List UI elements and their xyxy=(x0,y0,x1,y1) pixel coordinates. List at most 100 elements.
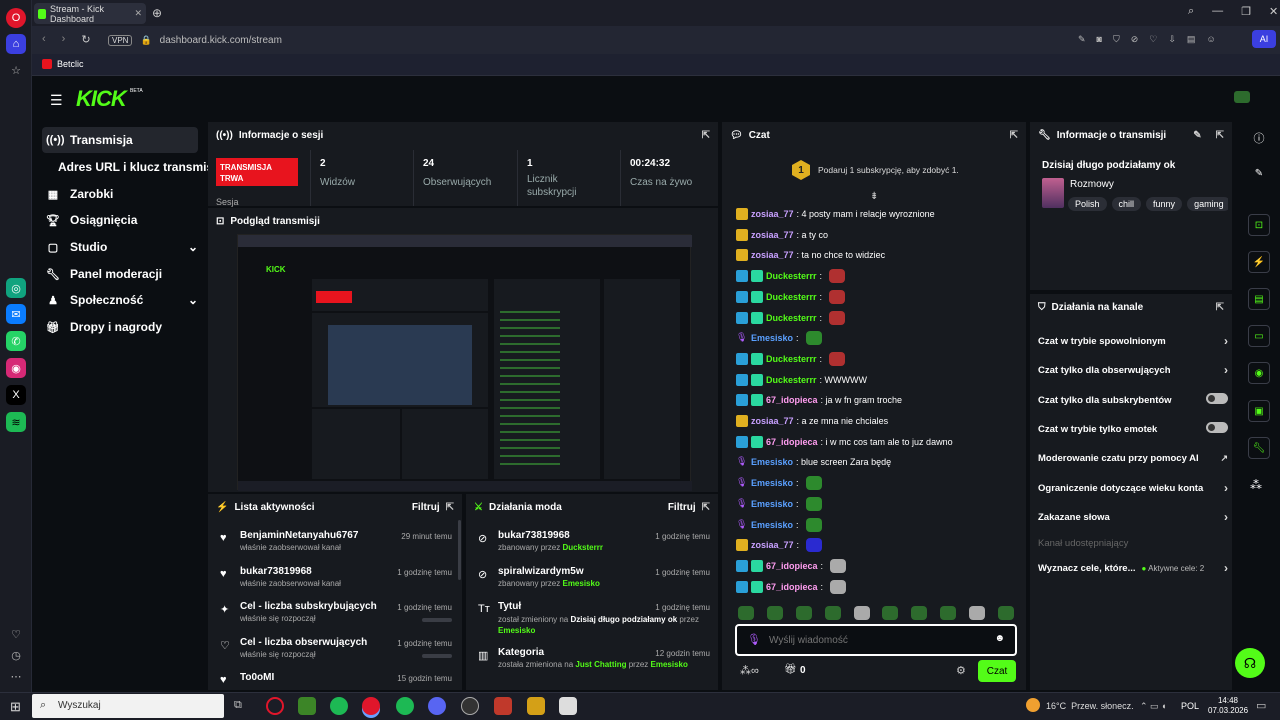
emoji-icon[interactable]: ☻ xyxy=(994,633,1005,644)
chat-username[interactable]: Duckesterrr xyxy=(766,292,817,302)
more-icon[interactable]: ⋯ xyxy=(6,666,26,686)
chat-username[interactable]: 67_idopieca xyxy=(766,582,818,592)
chat-message[interactable]: zosiaa_77: a ty co xyxy=(736,228,828,242)
rail-chat-icon[interactable]: ▭ xyxy=(1248,325,1270,347)
minecraft-taskbar-icon[interactable] xyxy=(298,697,316,715)
emote-icon[interactable] xyxy=(805,331,822,346)
heart-icon[interactable]: ♡ xyxy=(6,624,26,644)
rail-doc-icon[interactable]: ▤ xyxy=(1248,288,1270,310)
chat-message[interactable]: Duckesterrr: xyxy=(736,310,846,325)
emote-icon[interactable] xyxy=(882,606,899,620)
chat-input[interactable] xyxy=(769,632,989,648)
modaction-item[interactable]: ⊘ spiralwizardym5w zbanowany przez Emesisk… xyxy=(476,566,710,600)
chat-message[interactable]: 🎙︎ Emesisko: xyxy=(736,517,822,532)
weather-icon[interactable] xyxy=(1026,698,1040,712)
rail-lightning-icon[interactable]: ⚡ xyxy=(1248,251,1270,273)
heart-fav-icon[interactable]: ♡ xyxy=(1149,34,1157,45)
chat-username[interactable]: zosiaa_77 xyxy=(751,540,794,550)
forward-icon[interactable]: › xyxy=(62,33,66,46)
messenger-icon[interactable]: ✉ xyxy=(6,304,26,324)
modactions-filter-button[interactable]: Filtruj xyxy=(668,502,696,513)
edit-icon[interactable]: ✎ xyxy=(1078,34,1086,45)
weather-text[interactable]: 16°C Przew. słonecz. xyxy=(1046,701,1134,711)
chat-message[interactable]: zosiaa_77: ta no chce to widziec xyxy=(736,248,885,262)
chat-message[interactable]: 🎙︎ Emesisko: xyxy=(736,496,822,511)
chat-message[interactable]: Duckesterrr: xyxy=(736,289,846,304)
nav-item-panel-moderacji[interactable]: 🔧︎ Panel moderacji xyxy=(46,261,162,287)
emote-icon[interactable] xyxy=(997,606,1014,620)
modaction-item[interactable]: Tт Tytuł został zmieniony na Dzisiaj długo… xyxy=(476,601,710,641)
chat-username[interactable]: Duckesterrr xyxy=(766,271,817,281)
chat-username[interactable]: zosiaa_77 xyxy=(751,209,794,219)
account-age-row[interactable]: Ograniczenie dotyczące wieku konta › xyxy=(1038,478,1228,498)
new-tab-icon[interactable]: ⊕ xyxy=(152,6,162,20)
rail-wrench-icon[interactable]: 🔧︎ xyxy=(1248,437,1270,459)
profile-icon[interactable]: ☺ xyxy=(1206,34,1215,45)
chat-username[interactable]: 67_idopieca xyxy=(766,395,818,405)
gift-sub-icon[interactable]: 🎁︎ xyxy=(784,664,797,675)
chat-username[interactable]: zosiaa_77 xyxy=(751,416,794,426)
banned-words-row[interactable]: Zakazane słowa › xyxy=(1038,507,1228,527)
app3-taskbar-icon[interactable] xyxy=(559,697,577,715)
nav-item-osiagniecia[interactable]: 🏆︎ Osiągnięcia xyxy=(46,207,137,233)
chat-username[interactable]: Emesisko xyxy=(751,333,793,343)
spotify2-taskbar-icon[interactable] xyxy=(396,697,414,715)
chat-username[interactable]: Duckesterrr xyxy=(766,375,817,385)
x-icon[interactable]: X xyxy=(6,385,26,405)
emote-icon[interactable] xyxy=(940,606,957,620)
chat-username[interactable]: 67_idopieca xyxy=(766,561,818,571)
activity-item[interactable]: ♥ To0oMI 15 godzin temu xyxy=(218,672,452,688)
tab-kick-dashboard[interactable]: Stream - Kick Dashboard ✕ xyxy=(34,3,146,24)
ai-moderation-row[interactable]: Moderowanie czatu przy pomocy AI ↗ xyxy=(1038,448,1228,468)
shield-icon[interactable]: ⛉ xyxy=(1113,34,1120,45)
wallet-icon[interactable]: ▤ xyxy=(1187,34,1196,45)
windows-start-icon[interactable]: ⊞ xyxy=(10,699,21,715)
chat-message[interactable]: zosiaa_77: a ze mna nie chciales xyxy=(736,414,888,428)
slow-mode-row[interactable]: Czat w trybie spowolnionym › xyxy=(1038,331,1228,351)
discord-taskbar-icon[interactable] xyxy=(428,697,446,715)
search-tabs-icon[interactable]: ⌕ xyxy=(1188,5,1194,18)
nav-item-transmisja[interactable]: ((•)) Transmisja xyxy=(46,127,133,153)
obs-taskbar-icon[interactable] xyxy=(461,697,479,715)
popout-icon[interactable]: ⇱ xyxy=(1010,130,1018,141)
emote-icon[interactable] xyxy=(829,310,846,325)
url-field[interactable]: VPN 🔒 dashboard.kick.com/stream xyxy=(104,31,1240,49)
chat-message[interactable]: 🎙︎ Emesisko: blue screen Zara będę xyxy=(736,455,891,469)
close-window-icon[interactable]: ✕ xyxy=(1269,5,1278,18)
whatsapp-icon[interactable]: ✆ xyxy=(6,331,26,351)
popout-icon[interactable]: ⇱ xyxy=(1216,302,1224,313)
chat-message[interactable]: 67_idopieca: ja w fn gram troche xyxy=(736,393,902,407)
chat-message[interactable]: 67_idopieca: xyxy=(736,579,847,594)
task-view-icon[interactable]: ⧉ xyxy=(234,699,242,712)
support-headset-icon[interactable]: ☊ xyxy=(1235,648,1265,678)
activity-scrollbar[interactable] xyxy=(458,520,461,580)
opera-taskbar-icon[interactable] xyxy=(362,697,380,715)
chat-username[interactable]: Emesisko xyxy=(751,520,793,530)
nav-item-studio[interactable]: ▢ Studio ⌄ xyxy=(46,234,198,260)
download-icon[interactable]: ⇩ xyxy=(1168,34,1176,45)
chat-input-box[interactable]: 🎙︎ ☻ xyxy=(735,624,1017,656)
chat-username[interactable]: Emesisko xyxy=(751,499,793,509)
chat-message[interactable]: Duckesterrr: xyxy=(736,269,846,284)
spotify-icon[interactable]: ≋ xyxy=(6,412,26,432)
taskbar-search[interactable]: ⌕ Wyszukaj xyxy=(32,694,224,718)
minimize-icon[interactable]: — xyxy=(1212,5,1223,18)
emote-only-toggle[interactable] xyxy=(1206,422,1228,433)
settings-icon[interactable]: ⚙ xyxy=(956,664,966,677)
emote-icon[interactable] xyxy=(805,476,822,491)
followers-only-row[interactable]: Czat tylko dla obserwujących › xyxy=(1038,360,1228,380)
maximize-icon[interactable]: ❐ xyxy=(1241,5,1251,18)
clock[interactable]: 14:48 07.03.2026 xyxy=(1208,696,1248,716)
popout-icon[interactable]: ⇱ xyxy=(702,502,710,513)
adblock-icon[interactable]: ⊘ xyxy=(1131,34,1139,45)
emote-icon[interactable] xyxy=(805,496,822,511)
opera-gx-taskbar-icon[interactable] xyxy=(266,697,284,715)
activity-item[interactable]: ♥ bukar73819968 właśnie zaobserwował kanał… xyxy=(218,566,452,600)
modaction-item[interactable]: ⊘ bukar73819968 zbanowany przez Ducksterrr… xyxy=(476,530,710,564)
category-thumbnail[interactable] xyxy=(1042,178,1064,208)
bookmark-betclic[interactable]: Betclic xyxy=(42,59,84,69)
activity-item[interactable]: ♥ BenjaminNetanyahu6767 właśnie zaobserwow… xyxy=(218,530,452,564)
rail-layout-icon[interactable]: ▣ xyxy=(1248,400,1270,422)
emote-icon[interactable] xyxy=(829,269,846,284)
chat-message[interactable]: 67_idopieca: xyxy=(736,558,847,573)
